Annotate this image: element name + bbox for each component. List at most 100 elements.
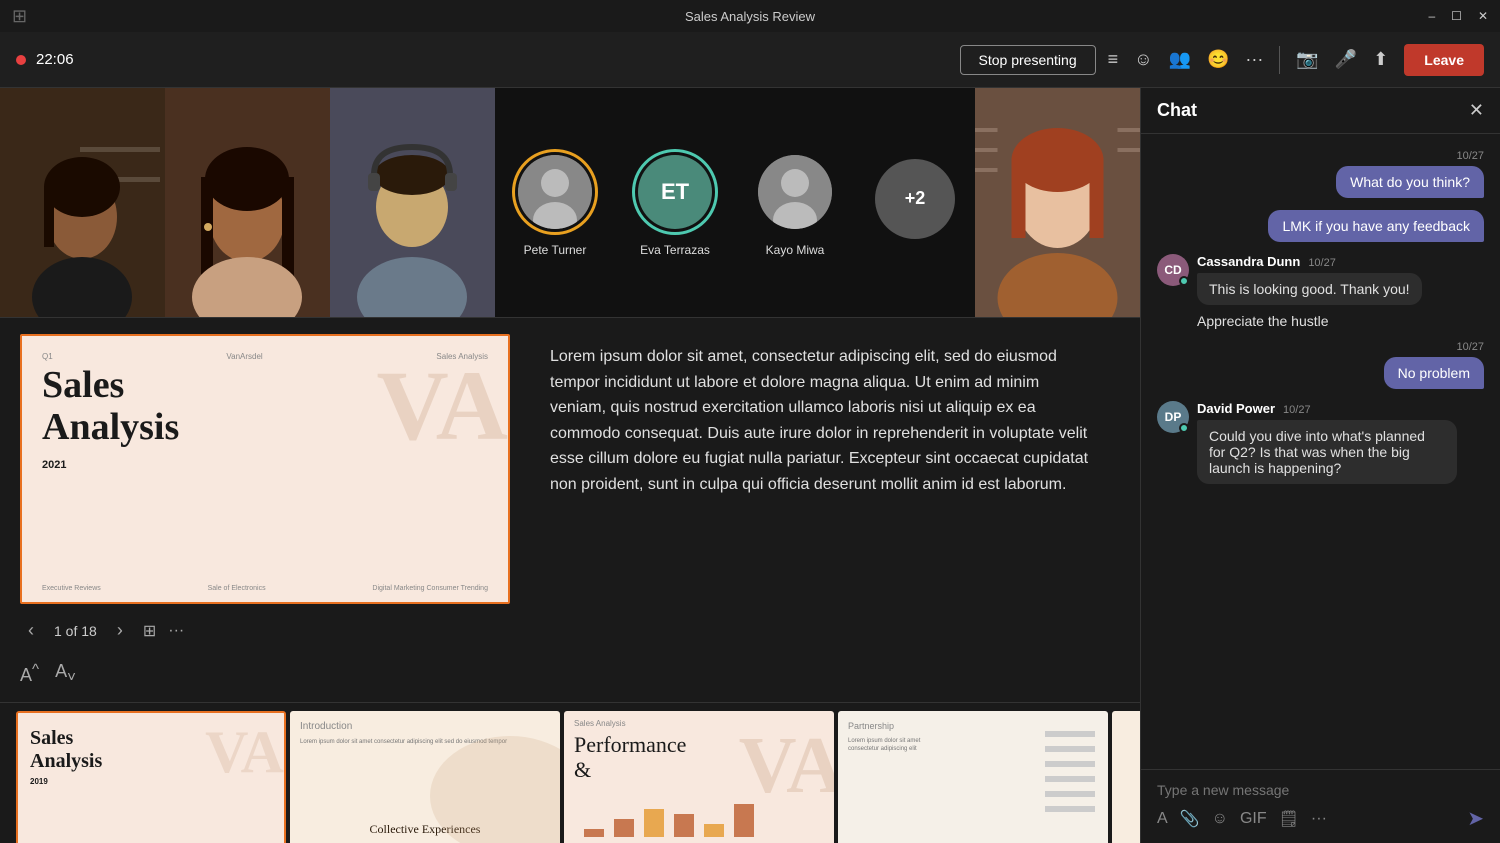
leave-button[interactable]: Leave	[1404, 44, 1484, 76]
participant-tile-eva[interactable]: ET Eva Terrazas	[615, 88, 735, 317]
slide-nav: ‹ 1 of 18 › ⊞ ···	[20, 616, 520, 645]
toolbar: 22:06 Stop presenting ≡ ☺ 👥 😊 ··· 📷 🎤 ⬆ …	[0, 32, 1500, 88]
camera-icon[interactable]: 📷	[1296, 49, 1318, 70]
thumbnail-2[interactable]: Introduction Lorem ipsum dolor sit amet …	[290, 711, 560, 843]
slide-more-icon[interactable]: ···	[168, 622, 184, 640]
participant-tile-danielle[interactable]: Danielle Booker	[165, 88, 330, 317]
toolbar-left: 22:06	[16, 51, 948, 68]
chat-messages: 10/27 What do you think? LMK if you have…	[1141, 134, 1500, 769]
chat-input-area: A 📎 ☺ GIF 🗒 ··· ➤	[1141, 769, 1500, 843]
david-name: David Power	[1197, 401, 1275, 416]
app-logo: ⊞	[12, 6, 27, 27]
sticker-icon[interactable]: 🗒	[1279, 809, 1299, 829]
cassandra-online-dot	[1179, 276, 1189, 286]
slide-viewer: Q1 VanArsdel Sales Analysis Sales Analys…	[20, 334, 520, 686]
thumb-slide-1: SalesAnalysis 2019 VA	[16, 711, 286, 843]
thumbnail-5[interactable]: Fabrikam –VanArsdel 5	[1112, 711, 1140, 843]
slide-footer: Executive Reviews Sale of Electronics Di…	[42, 585, 488, 592]
participant-tile-kayo[interactable]: Kayo Miwa	[735, 88, 855, 317]
body-text-area: Lorem ipsum dolor sit amet, consectetur …	[520, 334, 1120, 686]
thumb-slide-3: Sales Analysis Performance & VA	[564, 711, 834, 843]
chat-panel: Chat ✕ 10/27 What do you think? LMK if y…	[1140, 88, 1500, 843]
david-online-dot	[1179, 423, 1189, 433]
window-controls: – ☐ ✕	[1428, 9, 1488, 23]
send-button[interactable]: ➤	[1467, 806, 1484, 831]
thumbnail-3[interactable]: Sales Analysis Performance & VA	[564, 711, 834, 843]
format-icon[interactable]: A	[1157, 810, 1168, 828]
msg2-bubble: LMK if you have any feedback	[1268, 210, 1484, 242]
more-icon[interactable]: ···	[1245, 49, 1263, 70]
thumb2-label: Collective Experiences	[300, 822, 550, 837]
participant-tile-ray[interactable]: Ray Tanaka	[330, 88, 495, 317]
message-4: 10/27 No problem	[1384, 341, 1484, 389]
slide-main-title: Sales Analysis	[42, 365, 488, 449]
font-controls: A^ A˅	[20, 661, 520, 686]
slide-frame: Q1 VanArsdel Sales Analysis Sales Analys…	[20, 334, 510, 604]
david-message-content: David Power 10/27 Could you dive into wh…	[1197, 401, 1457, 484]
big-video-tile[interactable]	[975, 88, 1140, 317]
slide-year: 2021	[42, 459, 488, 471]
stop-presenting-button[interactable]: Stop presenting	[960, 45, 1096, 75]
mic-icon[interactable]: 🎤	[1335, 49, 1357, 70]
cassandra-timestamp: 10/27	[1308, 257, 1336, 269]
msg4-timestamp: 10/27	[1456, 341, 1484, 353]
message-3: CD Cassandra Dunn 10/27 This is looking …	[1157, 254, 1484, 329]
participant-tile-pete[interactable]: Pete Turner	[495, 88, 615, 317]
cassandra-message-content: Cassandra Dunn 10/27 This is looking goo…	[1197, 254, 1422, 329]
menu-icon[interactable]: ≡	[1108, 49, 1119, 70]
chat-more-icon[interactable]: ···	[1311, 810, 1327, 828]
attach-icon[interactable]: 📎	[1180, 809, 1200, 829]
slide-content: Q1 VanArsdel Sales Analysis Sales Analys…	[22, 336, 508, 602]
participant-strip: Serena Davis	[0, 88, 1140, 318]
share-icon[interactable]: ⬆	[1373, 49, 1388, 70]
cassandra-avatar: CD	[1157, 254, 1189, 286]
cassandra-text2: Appreciate the hustle	[1197, 313, 1422, 329]
maximize-btn[interactable]: ☐	[1451, 9, 1462, 23]
minimize-btn[interactable]: –	[1428, 9, 1435, 23]
david-timestamp: 10/27	[1283, 404, 1311, 416]
toolbar-center: Stop presenting	[960, 45, 1096, 75]
toolbar-right: ≡ ☺ 👥 😊 ··· 📷 🎤 ⬆ Leave	[1108, 44, 1484, 76]
page-count: 1 of 18	[54, 623, 97, 639]
close-btn[interactable]: ✕	[1478, 9, 1488, 23]
font-increase-button[interactable]: A^	[20, 661, 39, 686]
more-participants-badge: +2	[875, 159, 955, 239]
title-bar: ⊞ Sales Analysis Review – ☐ ✕	[0, 0, 1500, 32]
cassandra-text1: This is looking good. Thank you!	[1197, 273, 1422, 305]
font-decrease-button[interactable]: A˅	[55, 661, 76, 686]
participant-tile-more[interactable]: +2	[855, 88, 975, 317]
thumb-slide-4: Partnership Lorem ipsum dolor sit amet c…	[838, 711, 1108, 843]
grid-view-icon[interactable]: ⊞	[143, 621, 156, 641]
message-2: LMK if you have any feedback	[1268, 210, 1484, 242]
message-1: 10/27 What do you think?	[1336, 150, 1484, 198]
chat-toolbar: A 📎 ☺ GIF 🗒 ··· ➤	[1157, 806, 1484, 831]
msg1-timestamp: 10/27	[1456, 150, 1484, 162]
next-slide-button[interactable]: ›	[109, 616, 131, 645]
david-text1: Could you dive into what's planned for Q…	[1197, 420, 1457, 484]
window-title: Sales Analysis Review	[685, 9, 815, 24]
reactions-icon[interactable]: 😊	[1207, 49, 1229, 70]
message-5: DP David Power 10/27 Could you dive into…	[1157, 401, 1484, 484]
emoji-chat-icon[interactable]: ☺	[1212, 810, 1228, 828]
participant-tile-serena[interactable]: Serena Davis	[0, 88, 165, 317]
thumb-slide-2: Introduction Lorem ipsum dolor sit amet …	[290, 711, 560, 843]
participants-icon[interactable]: 👥	[1169, 49, 1191, 70]
chat-close-button[interactable]: ✕	[1469, 100, 1484, 121]
thumbnail-strip: SalesAnalysis 2019 VA 1 Introduction Lor…	[0, 702, 1140, 843]
gif-icon[interactable]: GIF	[1240, 810, 1267, 828]
presentation-area: Q1 VanArsdel Sales Analysis Sales Analys…	[0, 318, 1140, 702]
thumbnail-1[interactable]: SalesAnalysis 2019 VA 1	[16, 711, 286, 843]
emoji-icon[interactable]: ☺	[1134, 49, 1152, 70]
content-area: Serena Davis	[0, 88, 1140, 843]
cassandra-name: Cassandra Dunn	[1197, 254, 1300, 269]
timer: 22:06	[36, 51, 74, 68]
chat-header: Chat ✕	[1141, 88, 1500, 134]
chat-title: Chat	[1157, 100, 1197, 121]
thumbnail-4[interactable]: Partnership Lorem ipsum dolor sit amet c…	[838, 711, 1108, 843]
eva-name: Eva Terrazas	[640, 243, 710, 257]
chat-input-field[interactable]	[1157, 782, 1484, 798]
prev-slide-button[interactable]: ‹	[20, 616, 42, 645]
thumb-slide-5: Fabrikam –VanArsdel	[1112, 711, 1140, 843]
pete-name: Pete Turner	[524, 243, 587, 257]
msg4-bubble: No problem	[1384, 357, 1484, 389]
